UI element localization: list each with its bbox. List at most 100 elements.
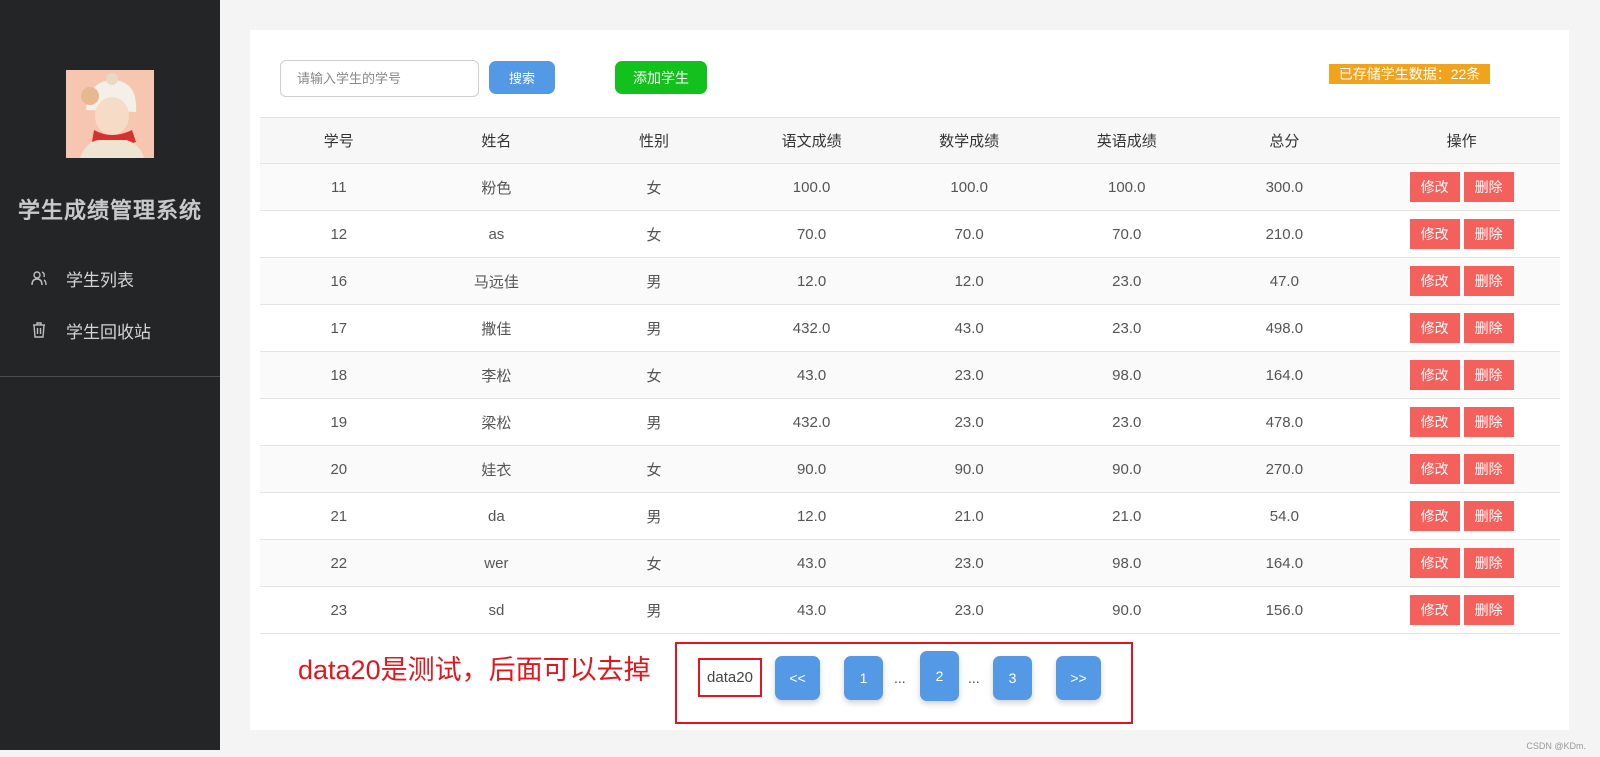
delete-button[interactable]: 删除 [1463, 407, 1514, 437]
table-cell: 43.0 [796, 554, 827, 572]
edit-button[interactable]: 修改 [1409, 360, 1460, 390]
table-cell: 娃衣 [481, 461, 512, 479]
table-row: 16 马远佳 男 12.0 12.0 23.0 47.0 修改 删除 [260, 258, 1560, 305]
page-button-2[interactable]: 2 [920, 651, 959, 701]
table-cell: 17 [330, 319, 348, 337]
delete-button[interactable]: 删除 [1463, 454, 1514, 484]
sidebar-item-student-list[interactable]: 学生列表 [0, 258, 220, 298]
table-row: 11 粉色 女 100.0 100.0 100.0 300.0 修改 删除 [260, 164, 1560, 211]
delete-button[interactable]: 删除 [1463, 548, 1514, 578]
table-cell: 43.0 [796, 601, 827, 619]
table-cell: 男 [646, 414, 662, 432]
edit-button[interactable]: 修改 [1409, 548, 1460, 578]
table-cell: 90.0 [954, 460, 984, 478]
table-cell: 478.0 [1265, 413, 1304, 431]
delete-button[interactable]: 删除 [1463, 219, 1514, 249]
prev-page-button[interactable]: << [775, 656, 820, 700]
row-actions: 修改 删除 [1363, 501, 1560, 531]
table-cell: 23.0 [1112, 272, 1142, 290]
table-cell: 300.0 [1265, 178, 1304, 196]
add-student-button[interactable]: 添加学生 [615, 61, 707, 94]
delete-button[interactable]: 删除 [1463, 501, 1514, 531]
table-cell: 164.0 [1265, 554, 1304, 572]
table-cell: as [488, 225, 505, 243]
edit-button[interactable]: 修改 [1409, 172, 1460, 202]
sidebar-item-recycle-bin[interactable]: 学生回收站 [0, 310, 220, 350]
page-button-3[interactable]: 3 [993, 656, 1032, 700]
column-header: 总分 [1269, 133, 1300, 150]
row-actions: 修改 删除 [1363, 454, 1560, 484]
table-cell: sd [488, 601, 505, 619]
search-button[interactable]: 搜索 [489, 61, 555, 94]
table-cell: 90.0 [1112, 601, 1142, 619]
app-title: 学生成绩管理系统 [17, 198, 202, 223]
table-row: 21 da 男 12.0 21.0 21.0 54.0 修改 删除 [260, 493, 1560, 540]
edit-button[interactable]: 修改 [1409, 454, 1460, 484]
search-input[interactable] [280, 60, 479, 97]
table-cell: 23.0 [954, 413, 984, 431]
table-cell: 90.0 [796, 460, 827, 478]
delete-button[interactable]: 删除 [1463, 313, 1514, 343]
delete-button[interactable]: 删除 [1463, 595, 1514, 625]
table-cell: 100.0 [950, 178, 988, 196]
delete-button[interactable]: 删除 [1463, 266, 1514, 296]
table-cell: 12 [330, 225, 348, 243]
table-cell: 23.0 [1112, 413, 1142, 431]
edit-button[interactable]: 修改 [1409, 266, 1460, 296]
table-cell: 432.0 [792, 413, 831, 431]
table-cell: 70.0 [1112, 225, 1142, 243]
delete-button[interactable]: 删除 [1463, 360, 1514, 390]
column-header: 数学成绩 [939, 133, 1000, 150]
edit-button[interactable]: 修改 [1409, 219, 1460, 249]
table-cell: 23.0 [954, 366, 984, 384]
table-cell: 43.0 [954, 319, 984, 337]
table-cell: da [488, 507, 505, 525]
table-cell: 撒佳 [481, 320, 512, 338]
table-cell: 498.0 [1265, 319, 1304, 337]
row-actions: 修改 删除 [1363, 595, 1560, 625]
column-header: 英语成绩 [1096, 133, 1157, 150]
table-cell: 47.0 [1269, 272, 1299, 290]
table-cell: 23.0 [954, 601, 984, 619]
trash-icon [28, 319, 50, 341]
table-cell: 70.0 [796, 225, 827, 243]
table-cell: 16 [330, 272, 348, 290]
row-actions: 修改 删除 [1363, 548, 1560, 578]
table-cell: 粉色 [481, 179, 512, 197]
table-cell: 女 [646, 367, 662, 385]
table-cell: 马远佳 [473, 273, 519, 291]
table-cell: 270.0 [1265, 460, 1304, 478]
table-cell: 100.0 [792, 178, 831, 196]
table-cell: 21.0 [954, 507, 984, 525]
row-actions: 修改 删除 [1363, 172, 1560, 202]
avatar [66, 70, 154, 158]
edit-button[interactable]: 修改 [1409, 313, 1460, 343]
sidebar: 学生成绩管理系统 学生列表 学生回收站 [0, 0, 220, 750]
table-cell: 23 [330, 601, 348, 619]
table-cell: 男 [646, 602, 662, 620]
edit-button[interactable]: 修改 [1409, 595, 1460, 625]
delete-button[interactable]: 删除 [1463, 172, 1514, 202]
table-cell: 98.0 [1112, 366, 1142, 384]
column-header: 语文成绩 [781, 133, 842, 150]
pagination-ellipsis: ... [968, 670, 980, 686]
student-table: 学号 姓名 性别 语文成绩 数学成绩 英语成绩 总分 操作 11 粉色女 100.0… [260, 117, 1560, 634]
table-cell: 23.0 [954, 554, 984, 572]
sidebar-item-label: 学生回收站 [66, 322, 151, 342]
page-button-1[interactable]: 1 [844, 656, 883, 700]
next-page-button[interactable]: >> [1056, 656, 1101, 700]
table-cell: 43.0 [796, 366, 827, 384]
row-actions: 修改 删除 [1363, 360, 1560, 390]
user-group-icon [28, 267, 50, 289]
edit-button[interactable]: 修改 [1409, 501, 1460, 531]
pagination-ellipsis: ... [894, 670, 906, 686]
table-cell: wer [484, 554, 509, 572]
record-count-badge: 已存储学生数据：22条 [1329, 64, 1490, 84]
table-header-row: 学号 姓名 性别 语文成绩 数学成绩 英语成绩 总分 操作 [260, 117, 1560, 164]
table-cell: 22 [330, 554, 348, 572]
table-cell: 70.0 [954, 225, 984, 243]
edit-button[interactable]: 修改 [1409, 407, 1460, 437]
row-actions: 修改 删除 [1363, 266, 1560, 296]
table-cell: 432.0 [792, 319, 831, 337]
column-header: 学号 [323, 133, 354, 150]
